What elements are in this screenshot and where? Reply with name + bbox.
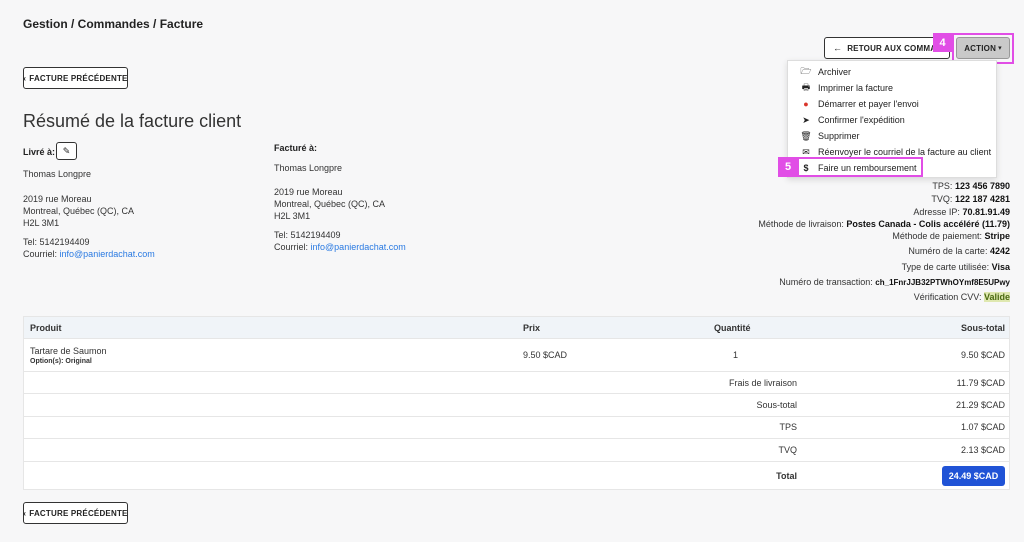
header-subtotal: Sous-total: [961, 323, 1005, 333]
delivery-method: Méthode de livraison: Postes Canada - Co…: [758, 219, 1010, 229]
page-title: Résumé de la facture client: [23, 111, 242, 131]
header-quantity: Quantité: [714, 323, 751, 333]
chevron-left-icon: ‹: [23, 73, 27, 83]
tps-value: 1.07 $CAD: [960, 422, 1005, 432]
billing-label: Facturé à:: [274, 143, 318, 153]
billing-city: Montreal, Québec (QC), CA: [274, 199, 386, 209]
subtotal-label: Sous-total: [756, 400, 797, 410]
row-divider: [24, 393, 1009, 394]
menu-item-delete[interactable]: 🗑 Supprimer: [788, 128, 996, 144]
row-divider: [24, 416, 1009, 417]
arrow-left-icon: ←: [833, 43, 843, 53]
subtotal-value: 21.29 $CAD: [955, 400, 1005, 410]
row-divider: [24, 438, 1009, 439]
shipping-tel: Tel: 5142194409: [23, 237, 90, 247]
header-price: Prix: [523, 323, 541, 333]
shipping-name: Thomas Longpre: [23, 169, 92, 179]
card-number: Numéro de la carte: 4242: [908, 246, 1010, 256]
billing-name: Thomas Longpre: [274, 163, 343, 173]
row-divider: [24, 461, 1009, 462]
payment-method: Méthode de paiement: Stripe: [892, 231, 1010, 241]
menu-item-print[interactable]: 🖶 Imprimer la facture: [788, 80, 996, 96]
tps-label: TPS: [779, 422, 797, 432]
tps-number: TPS: 123 456 7890: [932, 181, 1010, 191]
item-options: Option(s): Original: [30, 358, 92, 365]
pencil-icon: ✎: [62, 145, 71, 156]
transaction-number: Numéro de transaction: ch_1FnrJJB32PTWhO…: [779, 277, 1010, 287]
callout-number-4: 4: [933, 33, 952, 52]
shipping-fee-label: Frais de livraison: [728, 378, 797, 388]
item-price: 9.50 $CAD: [523, 350, 568, 360]
chevron-left-icon: ‹: [23, 508, 27, 518]
shipping-city: Montreal, Québec (QC), CA: [23, 206, 135, 216]
print-icon: 🖶: [801, 82, 811, 92]
previous-invoice-button-top[interactable]: ‹ FACTURE PRÉCÉDENTE: [23, 67, 128, 89]
menu-item-archive[interactable]: 🗁 Archiver: [788, 64, 996, 80]
cvv-status-badge: Valide: [983, 292, 1010, 302]
envelope-icon: ✉: [802, 146, 810, 157]
callout-refund-highlight: [797, 157, 923, 177]
table-header: Produit Prix Quantité Sous-total: [24, 317, 1009, 339]
row-divider: [24, 371, 1009, 372]
ip-address: Adresse IP: 70.81.91.49: [913, 207, 1010, 217]
invoice-table: Produit Prix Quantité Sous-total Tartare…: [23, 316, 1010, 490]
previous-invoice-button-bottom[interactable]: ‹ FACTURE PRÉCÉDENTE: [23, 502, 128, 524]
item-subtotal: 9.50 $CAD: [960, 350, 1005, 360]
shipping-postal: H2L 3M1: [23, 218, 60, 228]
billing-email-link[interactable]: info@panierdachat.com: [311, 242, 406, 252]
start-pay-icon: ●: [803, 99, 809, 109]
tvq-label: TVQ: [778, 445, 797, 455]
item-quantity: 1: [733, 350, 739, 360]
trash-icon: 🗑: [800, 130, 812, 141]
shipping-label: Livré à:: [23, 147, 56, 157]
menu-item-confirm-shipping[interactable]: ➤ Confirmer l'expédition: [788, 112, 996, 128]
send-icon: ➤: [802, 114, 810, 125]
tvq-number: TVQ: 122 187 4281: [931, 194, 1010, 204]
callout-number-5: 5: [778, 157, 798, 177]
card-type: Type de carte utilisée: Visa: [901, 262, 1010, 272]
shipping-email-row: Courriel: info@panierdachat.com: [23, 249, 155, 259]
shipping-email-link[interactable]: info@panierdachat.com: [60, 249, 155, 259]
tvq-value: 2.13 $CAD: [960, 445, 1005, 455]
billing-street: 2019 rue Moreau: [274, 187, 343, 197]
menu-item-start-pay[interactable]: ● Démarrer et payer l'envoi: [788, 96, 996, 112]
edit-shipping-button[interactable]: ✎: [56, 142, 77, 160]
shipping-street: 2019 rue Moreau: [23, 194, 92, 204]
total-label: Total: [776, 471, 797, 481]
total-badge: 24.49 $CAD: [942, 466, 1005, 486]
cvv-verification: Vérification CVV: Valide: [913, 292, 1010, 302]
item-name: Tartare de Saumon: [30, 346, 107, 356]
folder-open-icon: 🗁: [800, 66, 812, 76]
back-to-orders-button[interactable]: ← RETOUR AUX COMMANDES: [824, 37, 950, 59]
shipping-fee-value: 11.79 $CAD: [956, 378, 1005, 388]
breadcrumb: Gestion / Commandes / Facture: [23, 17, 204, 31]
billing-postal: H2L 3M1: [274, 211, 311, 221]
header-product: Produit: [30, 323, 62, 333]
billing-email-row: Courriel: info@panierdachat.com: [274, 242, 406, 252]
billing-tel: Tel: 5142194409: [274, 230, 341, 240]
